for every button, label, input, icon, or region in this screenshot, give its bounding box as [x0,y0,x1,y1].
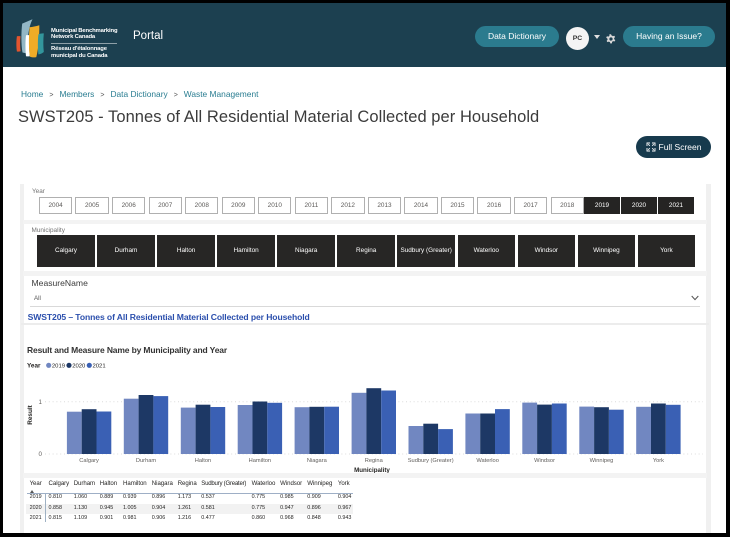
svg-text:2019: 2019 [52,364,65,370]
svg-text:1: 1 [39,399,43,406]
svg-text:Windsor: Windsor [534,458,555,464]
svg-text:Calgary: Calgary [79,458,99,464]
svg-text:Winnipeg: Winnipeg [590,458,614,464]
svg-text:Hamilton: Hamilton [249,458,271,464]
svg-text:Year: Year [27,363,41,370]
svg-text:Durham: Durham [136,458,156,464]
svg-text:Waterloo: Waterloo [476,458,499,464]
svg-text:Sudbury (Greater): Sudbury (Greater) [408,458,454,464]
svg-text:2020: 2020 [72,364,86,370]
svg-text:Regina: Regina [365,458,384,464]
svg-text:York: York [653,458,664,464]
svg-text:Result: Result [27,404,34,424]
svg-text:Niagara: Niagara [307,458,328,464]
svg-text:Halton: Halton [195,458,211,464]
svg-text:2021: 2021 [93,364,106,370]
svg-text:0: 0 [39,451,43,458]
svg-text:Result and Measure Name by Mun: Result and Measure Name by Municipality … [27,345,228,355]
